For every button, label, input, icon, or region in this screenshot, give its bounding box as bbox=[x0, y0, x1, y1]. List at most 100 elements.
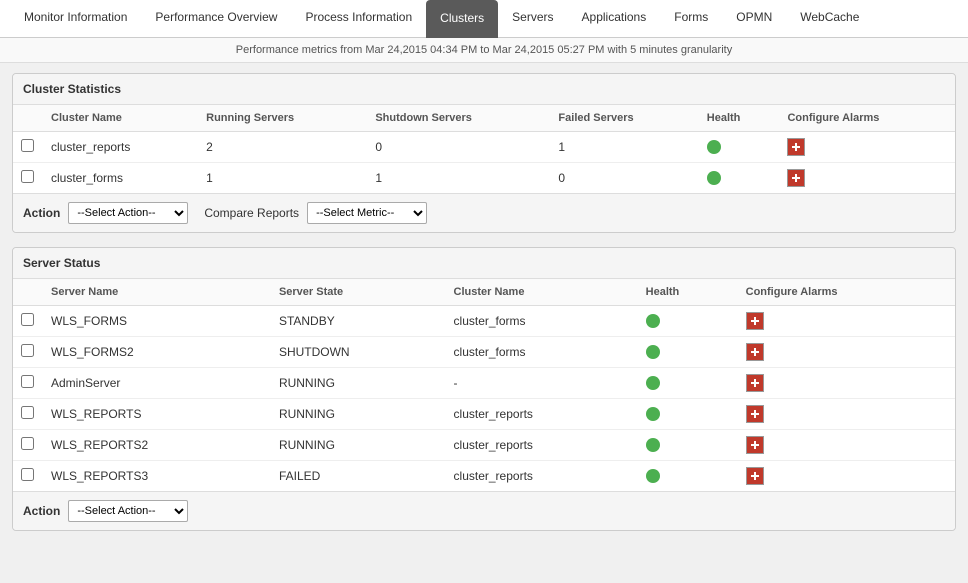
cluster-name-cell: cluster_reports bbox=[43, 132, 198, 163]
cluster-metric-select[interactable]: --Select Metric-- bbox=[307, 202, 427, 224]
alarms-cell[interactable] bbox=[738, 306, 955, 337]
col-header-server-state: Server State bbox=[271, 279, 446, 306]
server-action-select[interactable]: --Select Action-- bbox=[68, 500, 188, 522]
alarm-icon[interactable] bbox=[746, 467, 764, 485]
nav-item-servers[interactable]: Servers bbox=[498, 0, 567, 37]
nav-bar: Monitor Information Performance Overview… bbox=[0, 0, 968, 38]
alarms-cell[interactable] bbox=[738, 337, 955, 368]
server-state-cell: RUNNING bbox=[271, 368, 446, 399]
compare-reports-label: Compare Reports bbox=[204, 206, 299, 220]
server-action-label: Action bbox=[23, 504, 60, 518]
cluster-name-cell: cluster_forms bbox=[446, 306, 638, 337]
table-row: WLS_FORMS STANDBY cluster_forms bbox=[13, 306, 955, 337]
cluster-name-cell: cluster_reports bbox=[446, 399, 638, 430]
health-cell bbox=[638, 306, 738, 337]
alarm-icon[interactable] bbox=[746, 374, 764, 392]
cluster-name-cell: - bbox=[446, 368, 638, 399]
col-header-checkbox bbox=[13, 105, 43, 132]
alarms-cell[interactable] bbox=[738, 399, 955, 430]
table-row: WLS_REPORTS RUNNING cluster_reports bbox=[13, 399, 955, 430]
cluster-statistics-title: Cluster Statistics bbox=[13, 74, 955, 105]
subtitle-text: Performance metrics from Mar 24,2015 04:… bbox=[236, 44, 732, 56]
row-checkbox[interactable] bbox=[13, 399, 43, 430]
health-dot bbox=[646, 314, 660, 328]
table-row: cluster_forms 1 1 0 bbox=[13, 163, 955, 194]
row-checkbox[interactable] bbox=[13, 306, 43, 337]
cluster-name-cell: cluster_forms bbox=[43, 163, 198, 194]
col-header-cluster-name: Cluster Name bbox=[43, 105, 198, 132]
health-cell bbox=[638, 430, 738, 461]
server-name-cell: WLS_REPORTS bbox=[43, 399, 271, 430]
row-checkbox[interactable] bbox=[13, 461, 43, 492]
row-checkbox[interactable] bbox=[13, 132, 43, 163]
cluster-name-cell: cluster_forms bbox=[446, 337, 638, 368]
alarms-cell[interactable] bbox=[738, 430, 955, 461]
health-dot bbox=[646, 438, 660, 452]
row-checkbox[interactable] bbox=[13, 163, 43, 194]
col-header-health: Health bbox=[699, 105, 780, 132]
health-dot bbox=[646, 345, 660, 359]
server-state-cell: STANDBY bbox=[271, 306, 446, 337]
health-cell bbox=[699, 132, 780, 163]
table-row: WLS_FORMS2 SHUTDOWN cluster_forms bbox=[13, 337, 955, 368]
main-content: Cluster Statistics Cluster Name Running … bbox=[0, 63, 968, 555]
col-header-cluster-name: Cluster Name bbox=[446, 279, 638, 306]
failed-servers-cell: 0 bbox=[550, 163, 698, 194]
nav-item-opmn[interactable]: OPMN bbox=[722, 0, 786, 37]
server-name-cell: WLS_FORMS bbox=[43, 306, 271, 337]
alarm-icon[interactable] bbox=[746, 312, 764, 330]
nav-item-monitor-information[interactable]: Monitor Information bbox=[10, 0, 141, 37]
row-checkbox[interactable] bbox=[13, 337, 43, 368]
row-checkbox[interactable] bbox=[13, 368, 43, 399]
alarm-icon[interactable] bbox=[787, 138, 805, 156]
health-cell bbox=[638, 461, 738, 492]
col-header-checkbox bbox=[13, 279, 43, 306]
alarm-icon[interactable] bbox=[787, 169, 805, 187]
server-action-bar: Action --Select Action-- bbox=[13, 491, 955, 530]
alarm-icon[interactable] bbox=[746, 405, 764, 423]
running-servers-cell: 1 bbox=[198, 163, 367, 194]
cluster-action-select[interactable]: --Select Action-- bbox=[68, 202, 188, 224]
cluster-name-cell: cluster_reports bbox=[446, 461, 638, 492]
col-header-configure-alarms: Configure Alarms bbox=[779, 105, 955, 132]
health-dot bbox=[707, 140, 721, 154]
nav-item-applications[interactable]: Applications bbox=[568, 0, 661, 37]
row-checkbox[interactable] bbox=[13, 430, 43, 461]
alarms-cell[interactable] bbox=[779, 163, 955, 194]
alarms-cell[interactable] bbox=[738, 368, 955, 399]
health-cell bbox=[638, 337, 738, 368]
nav-item-performance-overview[interactable]: Performance Overview bbox=[141, 0, 291, 37]
server-name-cell: WLS_REPORTS3 bbox=[43, 461, 271, 492]
server-name-cell: AdminServer bbox=[43, 368, 271, 399]
alarm-icon[interactable] bbox=[746, 343, 764, 361]
alarm-icon[interactable] bbox=[746, 436, 764, 454]
cluster-statistics-table: Cluster Name Running Servers Shutdown Se… bbox=[13, 105, 955, 193]
table-row: WLS_REPORTS2 RUNNING cluster_reports bbox=[13, 430, 955, 461]
server-name-cell: WLS_FORMS2 bbox=[43, 337, 271, 368]
shutdown-servers-cell: 0 bbox=[367, 132, 550, 163]
col-header-running-servers: Running Servers bbox=[198, 105, 367, 132]
col-header-shutdown-servers: Shutdown Servers bbox=[367, 105, 550, 132]
health-cell bbox=[699, 163, 780, 194]
server-state-cell: FAILED bbox=[271, 461, 446, 492]
failed-servers-cell: 1 bbox=[550, 132, 698, 163]
nav-item-forms[interactable]: Forms bbox=[660, 0, 722, 37]
nav-item-webcache[interactable]: WebCache bbox=[786, 0, 873, 37]
cluster-action-label: Action bbox=[23, 206, 60, 220]
server-state-cell: SHUTDOWN bbox=[271, 337, 446, 368]
nav-item-clusters[interactable]: Clusters bbox=[426, 0, 498, 38]
server-state-cell: RUNNING bbox=[271, 399, 446, 430]
table-row: WLS_REPORTS3 FAILED cluster_reports bbox=[13, 461, 955, 492]
health-dot bbox=[707, 171, 721, 185]
alarms-cell[interactable] bbox=[779, 132, 955, 163]
server-name-cell: WLS_REPORTS2 bbox=[43, 430, 271, 461]
health-cell bbox=[638, 368, 738, 399]
table-row: cluster_reports 2 0 1 bbox=[13, 132, 955, 163]
nav-item-process-information[interactable]: Process Information bbox=[291, 0, 426, 37]
col-header-server-name: Server Name bbox=[43, 279, 271, 306]
health-cell bbox=[638, 399, 738, 430]
alarms-cell[interactable] bbox=[738, 461, 955, 492]
cluster-name-cell: cluster_reports bbox=[446, 430, 638, 461]
health-dot bbox=[646, 376, 660, 390]
health-dot bbox=[646, 407, 660, 421]
